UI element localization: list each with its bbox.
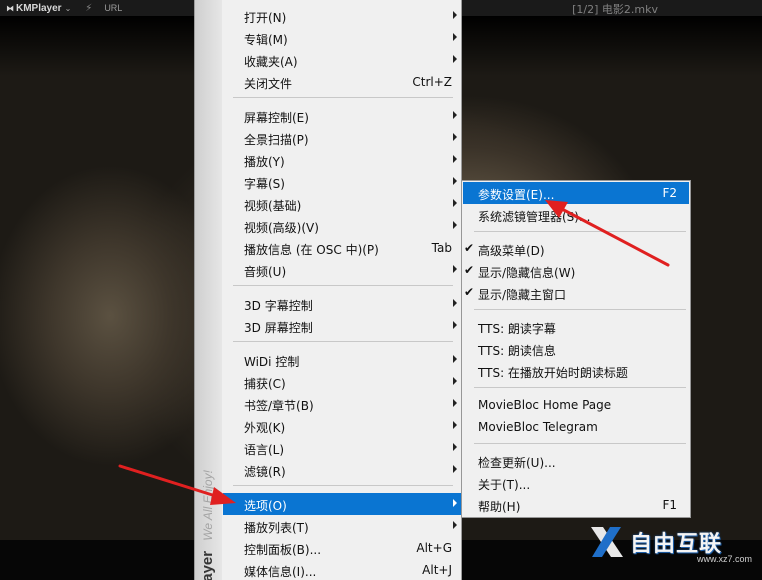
app-menu-button[interactable]: ⧓ KMPlayer ⌄ [0, 3, 71, 14]
menu-separator [474, 309, 686, 310]
submenu-arrow-icon [453, 465, 457, 473]
submenu-arrow-icon [453, 33, 457, 41]
submenu-arrow-icon [453, 155, 457, 163]
watermark-subtext: www.xz7.com [696, 554, 752, 564]
submenu-item-advanced-menu[interactable]: ✔ 高级菜单(D) [463, 238, 689, 260]
submenu-item-tts-title[interactable]: TTS: 在播放开始时朗读标题 [463, 360, 689, 382]
submenu-arrow-icon [453, 443, 457, 451]
menu-item-favorites[interactable]: 收藏夹(A) [223, 49, 462, 71]
submenu-item-filter-manager[interactable]: 系统滤镜管理器(S)... [463, 204, 689, 226]
menu-item-media-info[interactable]: 媒体信息(I)... Alt+J [223, 559, 462, 580]
menu-item-skin[interactable]: 外观(K) [223, 415, 462, 437]
menu-separator [474, 387, 686, 388]
submenu-arrow-icon [453, 111, 457, 119]
submenu-item-moviebloc-home[interactable]: MovieBloc Home Page [463, 394, 689, 416]
submenu-arrow-icon [453, 177, 457, 185]
menu-item-control-panel[interactable]: 控制面板(B)... Alt+G [223, 537, 462, 559]
menu-item-3d-subtitle-control[interactable]: 3D 字幕控制 [223, 293, 462, 315]
options-submenu: 参数设置(E)... F2 系统滤镜管理器(S)... ✔ 高级菜单(D) ✔ 显示/… [461, 180, 691, 518]
context-menu: ayer We All Enjoy! 打开(N) 专辑(M) 收藏夹(A) 关闭… [194, 0, 462, 580]
menu-separator [233, 97, 453, 98]
menu-side-strip: ayer We All Enjoy! [195, 0, 222, 580]
watermark-x-logo-icon [591, 527, 623, 557]
menu-separator [474, 443, 686, 444]
submenu-arrow-icon [453, 355, 457, 363]
menu-item-bookmarks[interactable]: 书签/章节(B) [223, 393, 462, 415]
lightning-icon[interactable]: ⚡ [85, 3, 92, 14]
menu-item-playlist[interactable]: 播放列表(T) [223, 515, 462, 537]
submenu-arrow-icon [453, 265, 457, 273]
menu-side-brand: ayer We All Enjoy! [199, 470, 216, 580]
submenu-arrow-icon [453, 11, 457, 19]
checkmark-icon: ✔ [464, 285, 475, 299]
submenu-arrow-icon [453, 377, 457, 385]
kmplayer-logo-icon: ⧓ [6, 3, 14, 13]
checkmark-icon: ✔ [464, 263, 475, 277]
submenu-arrow-icon [453, 55, 457, 63]
submenu-arrow-icon [453, 199, 457, 207]
submenu-arrow-icon [453, 299, 457, 307]
menu-item-video-basic[interactable]: 视频(基础) [223, 193, 462, 215]
file-title: [1/2] 电影2.mkv [572, 3, 658, 16]
submenu-arrow-icon [453, 321, 457, 329]
checkmark-icon: ✔ [464, 241, 475, 255]
submenu-arrow-icon [453, 521, 457, 529]
watermark: 自由互联 www.xz7.com [588, 520, 758, 564]
submenu-arrow-icon [453, 221, 457, 229]
submenu-item-tts-info[interactable]: TTS: 朗读信息 [463, 338, 689, 360]
menu-item-capture[interactable]: 捕获(C) [223, 371, 462, 393]
submenu-item-check-updates[interactable]: 检查更新(U)... [463, 450, 689, 472]
chevron-down-icon: ⌄ [64, 3, 72, 13]
app-name: KMPlayer [16, 2, 62, 14]
menu-item-audio[interactable]: 音频(U) [223, 259, 462, 281]
menu-separator [233, 285, 453, 286]
menu-item-subtitles[interactable]: 字幕(S) [223, 171, 462, 193]
submenu-item-toggle-main-window[interactable]: ✔ 显示/隐藏主窗口 [463, 282, 689, 304]
submenu-arrow-icon [453, 421, 457, 429]
menu-item-pan-scan[interactable]: 全景扫描(P) [223, 127, 462, 149]
menu-item-video-advanced[interactable]: 视频(高级)(V) [223, 215, 462, 237]
menu-item-filters[interactable]: 滤镜(R) [223, 459, 462, 481]
menu-item-playback[interactable]: 播放(Y) [223, 149, 462, 171]
submenu-item-toggle-info[interactable]: ✔ 显示/隐藏信息(W) [463, 260, 689, 282]
submenu-item-tts-subtitles[interactable]: TTS: 朗读字幕 [463, 316, 689, 338]
menu-item-open[interactable]: 打开(N) [223, 5, 462, 27]
menu-item-close-file[interactable]: 关闭文件 Ctrl+Z [223, 71, 462, 93]
menu-separator [233, 485, 453, 486]
menu-item-language[interactable]: 语言(L) [223, 437, 462, 459]
submenu-arrow-icon [453, 133, 457, 141]
menu-item-3d-screen-control[interactable]: 3D 屏幕控制 [223, 315, 462, 337]
submenu-arrow-icon [453, 499, 457, 507]
submenu-item-moviebloc-telegram[interactable]: MovieBloc Telegram [463, 416, 689, 438]
url-button[interactable]: URL [104, 3, 122, 13]
submenu-item-about[interactable]: 关于(T)... [463, 472, 689, 494]
menu-item-playback-info[interactable]: 播放信息 (在 OSC 中)(P) Tab [223, 237, 462, 259]
menu-item-album[interactable]: 专辑(M) [223, 27, 462, 49]
menu-item-options[interactable]: 选项(O) [223, 493, 462, 515]
menu-separator [474, 231, 686, 232]
submenu-arrow-icon [453, 399, 457, 407]
menu-separator [233, 341, 453, 342]
submenu-item-preferences[interactable]: 参数设置(E)... F2 [463, 182, 689, 204]
menu-item-screen-control[interactable]: 屏幕控制(E) [223, 105, 462, 127]
submenu-item-help[interactable]: 帮助(H) F1 [463, 494, 689, 516]
menu-item-widi-control[interactable]: WiDi 控制 [223, 349, 462, 371]
